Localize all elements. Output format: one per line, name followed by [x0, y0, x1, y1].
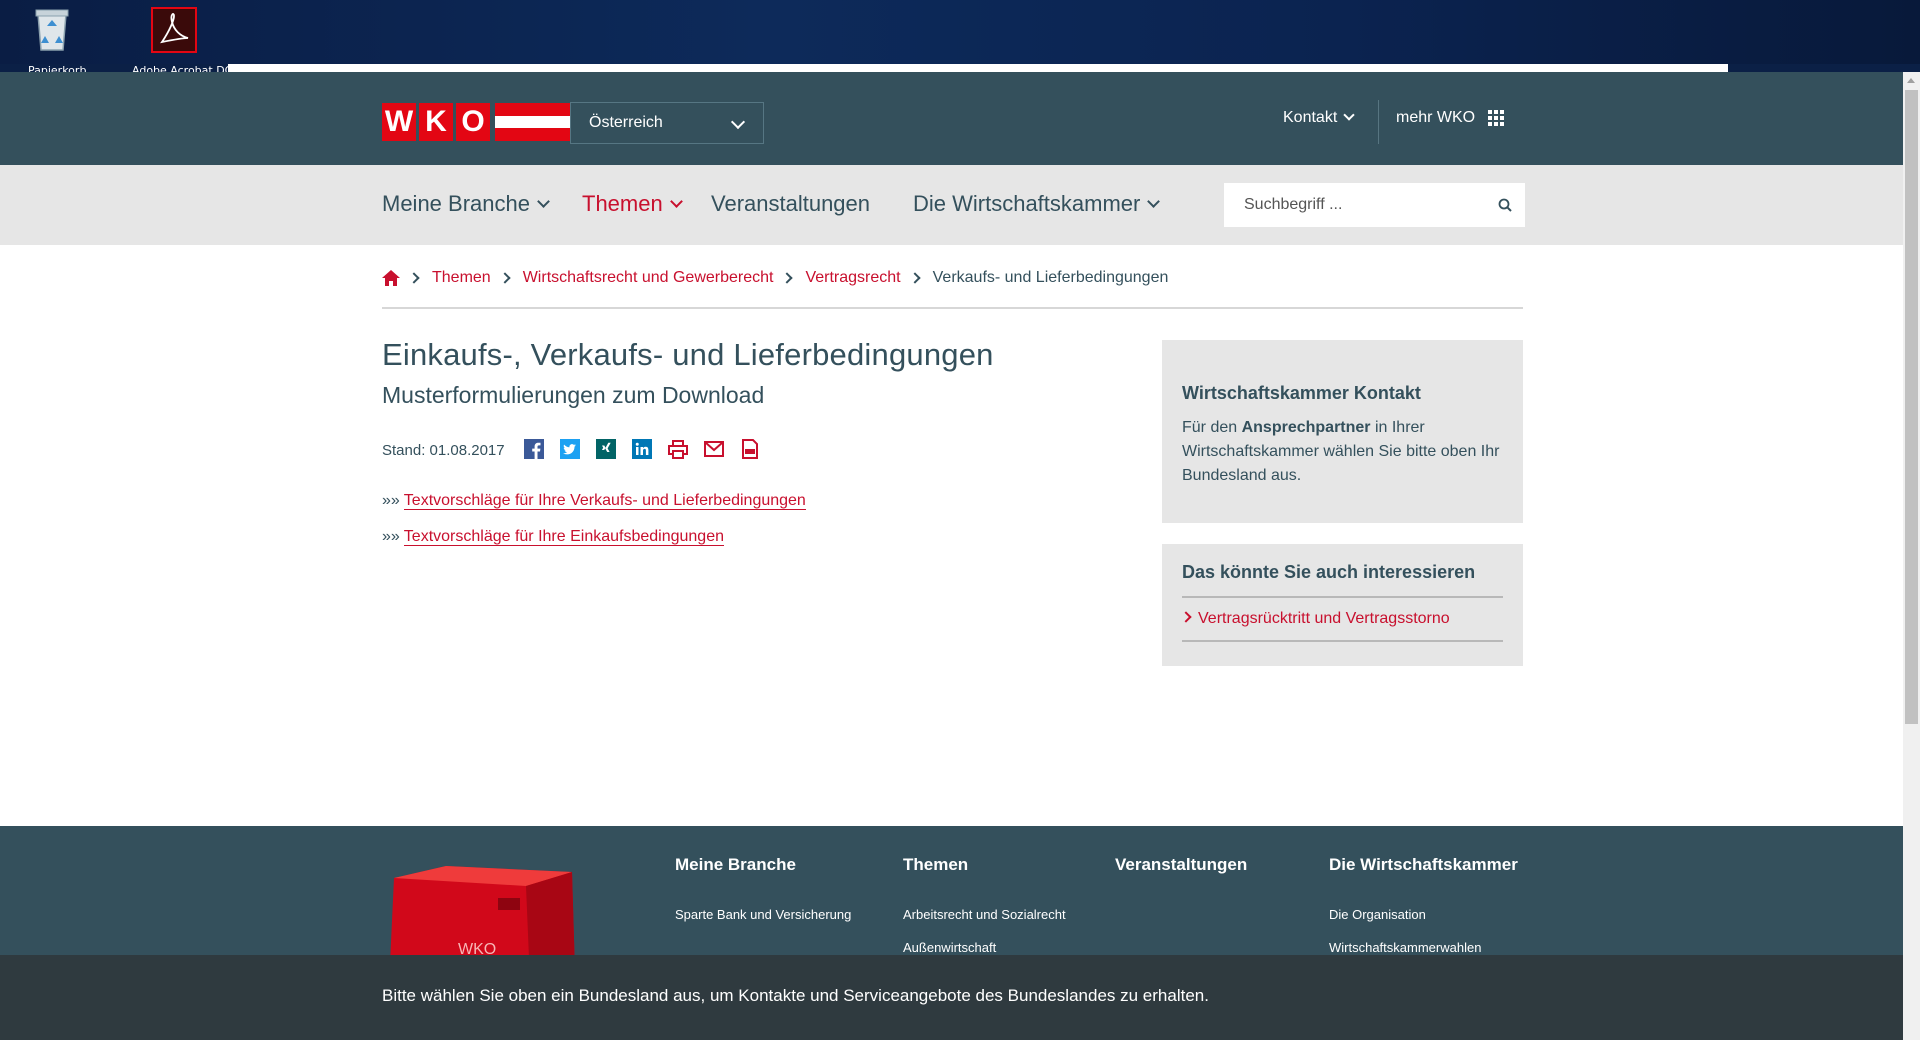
pdf-icon[interactable] [740, 439, 760, 459]
footer-link[interactable]: Arbeitsrecht und Sozialrecht [903, 907, 1066, 922]
breadcrumb-current: Verkaufs- und Lieferbedingungen [932, 269, 1169, 286]
kontakt-label: Kontakt [1283, 109, 1338, 126]
link-prefix: »» [382, 528, 400, 545]
chevron-right-icon [1180, 611, 1192, 623]
nav-item-themen[interactable]: Themen [582, 191, 683, 217]
footer-title-themen: Themen [903, 855, 969, 874]
breadcrumb-wirtschaftsrecht[interactable]: Wirtschaftsrecht und Gewerberecht [523, 269, 774, 287]
breadcrumb-separator [499, 272, 511, 284]
breadcrumb-separator [781, 272, 794, 284]
list-item: »» Textvorschläge für Ihre Einkaufsbeding… [382, 528, 806, 564]
vertical-scrollbar[interactable] [1903, 72, 1920, 1040]
site-header: W K O Österreich Kontakt mehr WKO [0, 72, 1903, 165]
contact-box: Wirtschaftskammer Kontakt Für den Anspre… [1162, 340, 1523, 523]
contact-box-title: Wirtschaftskammer Kontakt [1182, 383, 1421, 403]
recycle-bin-icon[interactable]: Papierkorb [28, 6, 86, 77]
breadcrumb: Themen Wirtschaftsrecht und Gewerberecht… [382, 269, 1168, 287]
footer-link[interactable]: Sparte Bank und Versicherung [675, 907, 851, 922]
nav-item-label: Die Wirtschaftskammer [913, 191, 1141, 216]
apps-grid-icon [1487, 109, 1504, 126]
chevron-down-icon [537, 195, 550, 208]
bundesland-notice-bar: Bitte wählen Sie oben ein Bundesland aus… [0, 955, 1903, 1040]
footer-title-meine-branche: Meine Branche [675, 855, 796, 874]
nav-item-label: Veranstaltungen [711, 191, 871, 216]
nav-item-label: Themen [582, 191, 663, 216]
breadcrumb-divider [382, 307, 1523, 309]
twitter-icon[interactable] [560, 439, 580, 459]
kontakt-menu[interactable]: Kontakt [1283, 109, 1355, 127]
stand-date: Stand: 01.08.2017 [382, 442, 505, 459]
search-box [1224, 183, 1525, 227]
main-navigation: Meine Branche Themen Veranstaltungen Die… [0, 165, 1903, 245]
header-divider [1378, 100, 1379, 144]
linkedin-icon[interactable] [632, 439, 652, 459]
footer-title-die-wirtschaftskammer: Die Wirtschaftskammer [1329, 855, 1518, 874]
scroll-up-icon[interactable] [1907, 78, 1915, 83]
chevron-down-icon [1147, 195, 1161, 208]
footer-link[interactable]: Wirtschaftskammerwahlen [1329, 940, 1481, 955]
link-verkaufs-lieferbedingungen[interactable]: Textvorschläge für Ihre Verkaufs- und Li… [403, 492, 806, 510]
home-icon[interactable] [382, 270, 400, 286]
desktop-background: Papierkorb Adobe Acrobat DC [0, 0, 1920, 77]
breadcrumb-separator [908, 272, 921, 284]
search-icon[interactable] [1498, 198, 1512, 212]
share-bar [524, 439, 760, 459]
xing-icon[interactable] [596, 439, 616, 459]
footer-link[interactable]: Die Organisation [1329, 907, 1426, 922]
breadcrumb-separator [408, 272, 420, 284]
print-icon[interactable] [668, 439, 688, 459]
nav-item-veranstaltungen[interactable]: Veranstaltungen [711, 191, 870, 217]
related-box: Das könnte Sie auch interessieren Vertra… [1162, 544, 1523, 666]
breadcrumb-vertragsrecht[interactable]: Vertragsrecht [805, 269, 900, 287]
page-title: Einkaufs-, Verkaufs- und Lieferbedingung… [382, 337, 994, 372]
footer-link[interactable]: Außenwirtschaft [903, 940, 996, 955]
link-einkaufsbedingungen[interactable]: Textvorschläge für Ihre Einkaufsbedingun… [403, 528, 724, 546]
page-subtitle: Musterformulierungen zum Download [382, 382, 765, 408]
related-link[interactable]: Vertragsrücktritt und Vertragsstorno [1180, 598, 1503, 640]
related-box-title: Das könnte Sie auch interessieren [1182, 562, 1476, 582]
nav-item-meine-branche[interactable]: Meine Branche [382, 191, 550, 217]
chevron-down-icon [1343, 109, 1355, 121]
scrollbar-thumb[interactable] [1905, 90, 1918, 724]
email-icon[interactable] [704, 439, 724, 459]
mehr-wko-label: mehr WKO [1396, 109, 1476, 126]
related-link-label: Vertragsrücktritt und Vertragsstorno [1198, 610, 1450, 627]
top-links: Kontakt mehr WKO [0, 72, 1903, 165]
search-input[interactable] [1242, 184, 1486, 226]
list-item: »» Textvorschläge für Ihre Verkaufs- und … [382, 492, 806, 528]
notice-text: Bitte wählen Sie oben ein Bundesland aus… [382, 986, 1209, 1005]
document-links: »» Textvorschläge für Ihre Verkaufs- und … [382, 492, 806, 564]
mehr-wko-menu[interactable]: mehr WKO [1396, 109, 1504, 127]
facebook-icon[interactable] [524, 439, 544, 459]
breadcrumb-themen[interactable]: Themen [432, 269, 491, 287]
contact-box-text: Für den Ansprechpartner in Ihrer Wirtsch… [1182, 419, 1500, 484]
nav-item-label: Meine Branche [382, 191, 530, 216]
footer-title-veranstaltungen: Veranstaltungen [1115, 855, 1248, 874]
nav-item-die-wirtschaftskammer[interactable]: Die Wirtschaftskammer [913, 191, 1161, 217]
browser-viewport: W K O Österreich Kontakt mehr WKO Meine … [0, 72, 1903, 1040]
divider [1182, 640, 1503, 642]
adobe-acrobat-icon[interactable]: Adobe Acrobat DC [132, 6, 232, 77]
link-prefix: »» [382, 492, 400, 509]
chevron-down-icon [669, 195, 683, 208]
